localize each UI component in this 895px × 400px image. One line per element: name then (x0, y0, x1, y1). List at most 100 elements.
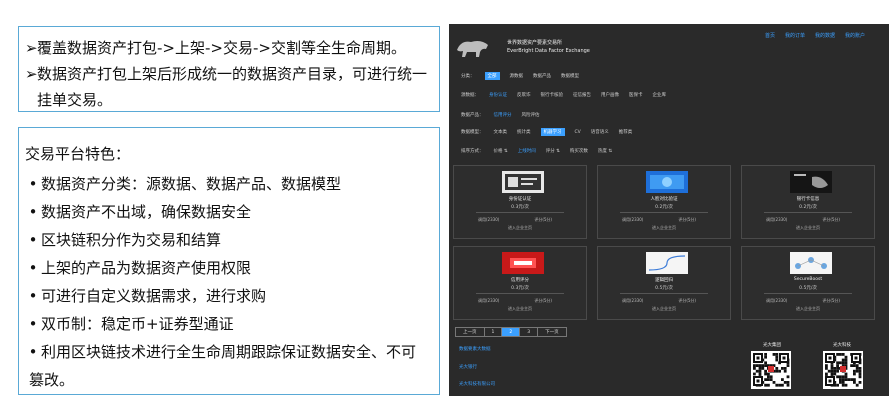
filter-option[interactable]: 数据产品 (533, 73, 551, 79)
enterprise-link[interactable]: 进入企业主页 (454, 306, 586, 312)
filter-label: 排序方式： (461, 149, 484, 154)
page-button[interactable]: 下一页 (537, 327, 567, 337)
product-card[interactable]: 信用评分 0.3元/次 调用(2330) 评分(5分) 进入企业主页 (453, 246, 587, 320)
filter-label: 数据模型： (461, 130, 484, 135)
rating: 评分(5分) (822, 217, 840, 222)
features-continuation: 篡改。 (29, 371, 75, 389)
filter-option[interactable]: 热度 ⇅ (598, 148, 612, 154)
card-divider (620, 293, 708, 294)
filter-option[interactable]: 企业库 (653, 92, 667, 98)
platform-screenshot: 世界数据资产要素交易所 EverBright Data Factor Excha… (449, 24, 889, 396)
enterprise-link[interactable]: 进入企业主页 (742, 306, 874, 312)
logistic-image-icon (646, 252, 688, 274)
page-button[interactable]: 1 (483, 327, 503, 337)
features-heading: 交易平台特色： (25, 145, 131, 163)
qr-code-icon (823, 351, 863, 389)
filter-option[interactable]: 征信报告 (573, 92, 591, 98)
feature-text: 双币制：稳定币+证券型通证 (41, 315, 234, 333)
qr-label-2: 光大科技 (833, 343, 851, 348)
card-divider (476, 293, 564, 294)
enterprise-link[interactable]: 进入企业主页 (598, 306, 730, 312)
filter-option[interactable]: 价格 ⇅ (494, 148, 508, 154)
top-nav: 首页 我的订单 我的数据 我的账户 (765, 32, 865, 39)
filter-option[interactable]: 信用评分 (494, 112, 512, 118)
filter-label: 分类： (461, 74, 475, 79)
enterprise-link[interactable]: 进入企业主页 (598, 225, 730, 231)
qr-label-1: 光大集团 (763, 343, 781, 348)
card-divider (620, 212, 708, 213)
product-price: 0.5元/次 (655, 286, 673, 291)
topnav-link[interactable]: 我的账户 (845, 32, 865, 39)
bullet-icon: • (28, 259, 38, 277)
call-count: 调用(2330) (622, 298, 644, 303)
filter-row: 数据产品： 信用评分 风险评估 (461, 112, 540, 118)
filter-row: 数据模型： 文本类 统计类 机器学习 CV 语音语义 推荐类 (461, 128, 632, 136)
bullet-icon: • (28, 203, 38, 221)
filter-option[interactable]: 医保卡 (629, 92, 643, 98)
rating: 评分(5分) (678, 298, 696, 303)
page-button[interactable]: 2 (501, 327, 521, 337)
filter-option[interactable]: 上线时间 (518, 148, 536, 154)
product-card[interactable]: 逻辑回归 0.5元/次调用(2330) 评分(5分) 进入企业主页 (597, 246, 731, 320)
filter-option[interactable]: 文本类 (494, 129, 508, 135)
lifecycle-panel: ➢覆盖数据资产打包->上架->交易->交割等全生命周期。 ➢数据资产打包上架后形… (18, 26, 440, 112)
product-price: 0.3元/次 (511, 205, 529, 210)
filter-option[interactable]: 机器学习 (540, 128, 565, 136)
rating: 评分(5分) (678, 217, 696, 222)
product-price: 0.5元/次 (799, 286, 817, 291)
enterprise-link[interactable]: 进入企业主页 (454, 225, 586, 231)
filter-option[interactable]: 语音语义 (591, 129, 609, 135)
footer-link-2[interactable]: 光大银行 (459, 364, 477, 370)
feature-text: 数据资产分类：源数据、数据产品、数据模型 (41, 175, 342, 193)
topnav-link[interactable]: 我的订单 (785, 32, 805, 39)
product-card[interactable]: 身份证认证 0.3元/次 调用(2330) 评分(5分) 进入企业主页 (453, 165, 587, 239)
filter-option[interactable]: 推荐类 (619, 129, 633, 135)
filter-row: 分类： 全部 源数据 数据产品 数据模型 (461, 72, 579, 80)
bullet-icon: • (28, 287, 38, 305)
filter-option[interactable]: 评分 ⇅ (546, 148, 560, 154)
filter-option[interactable]: CV (575, 130, 581, 135)
card-divider (764, 212, 852, 213)
filter-option[interactable]: 银行卡核验 (541, 92, 564, 98)
feature-text: 上架的产品为数据资产使用权限 (41, 259, 252, 277)
filter-option[interactable]: 源数据 (510, 73, 524, 79)
filter-option[interactable]: 统计类 (517, 129, 531, 135)
page-button[interactable]: 3 (519, 327, 539, 337)
product-name: 身份证认证 (508, 197, 532, 202)
product-card[interactable]: 人脸对比验证 0.2元/次 调用(2330) 评分(5分) 进入企业主页 (597, 165, 731, 239)
bull-logo-icon (457, 41, 488, 57)
filter-label: 数据产品： (461, 113, 484, 118)
bank-image-icon (790, 171, 832, 193)
product-name: SecureBoost (793, 277, 823, 282)
filter-option[interactable]: 购买次数 (570, 148, 588, 154)
filter-option[interactable]: 数据模型 (561, 73, 579, 79)
topnav-link[interactable]: 我的数据 (815, 32, 835, 39)
product-name: 人脸对比验证 (650, 197, 678, 202)
filter-option[interactable]: 用户画像 (601, 92, 619, 98)
footer-link-3[interactable]: 光大科技有限公司 (459, 381, 495, 387)
bullet-icon: • (28, 315, 38, 333)
page-button[interactable]: 上一页 (455, 327, 485, 337)
topnav-link[interactable]: 首页 (765, 32, 775, 39)
filter-option[interactable]: 风险评估 (522, 112, 540, 118)
rating: 评分(5分) (534, 298, 552, 303)
filter-option[interactable]: 身份认证 (489, 92, 507, 98)
product-card[interactable]: 银行卡信息 0.2元/次 调用(2330) 评分(5分) 进入企业主页 (741, 165, 875, 239)
qr-code-icon (751, 351, 791, 389)
footer-link-1[interactable]: 数据要素大数据 (459, 346, 491, 352)
feature-item: • 数据资产不出域，确保数据安全 (25, 198, 433, 226)
filter-row: 排序方式： 价格 ⇅ 上线时间 评分 ⇅ 购买次数 热度 ⇅ (461, 148, 612, 154)
brand-name-en: EverBright Data Factor Exchange (507, 48, 590, 54)
product-price: 0.2元/次 (655, 205, 673, 210)
feature-item: • 可进行自定义数据需求，进行求购 (25, 282, 433, 310)
call-count: 调用(2330) (478, 298, 500, 303)
enterprise-link[interactable]: 进入企业主页 (742, 225, 874, 231)
product-card[interactable]: SecureBoost 0.5元/次 调用(2330) 评分(5分) 进入企业主页 (741, 246, 875, 320)
filter-option[interactable]: 反欺诈 (517, 92, 531, 98)
credit-image-icon (502, 252, 544, 274)
feature-text: 区块链积分作为交易和结算 (41, 231, 222, 249)
feature-item: • 利用区块链技术进行全生命周期跟踪保证数据安全、不可 (25, 338, 433, 366)
bullet-icon: • (28, 343, 38, 361)
product-name: 逻辑回归 (655, 278, 673, 283)
filter-option[interactable]: 全部 (484, 72, 500, 80)
